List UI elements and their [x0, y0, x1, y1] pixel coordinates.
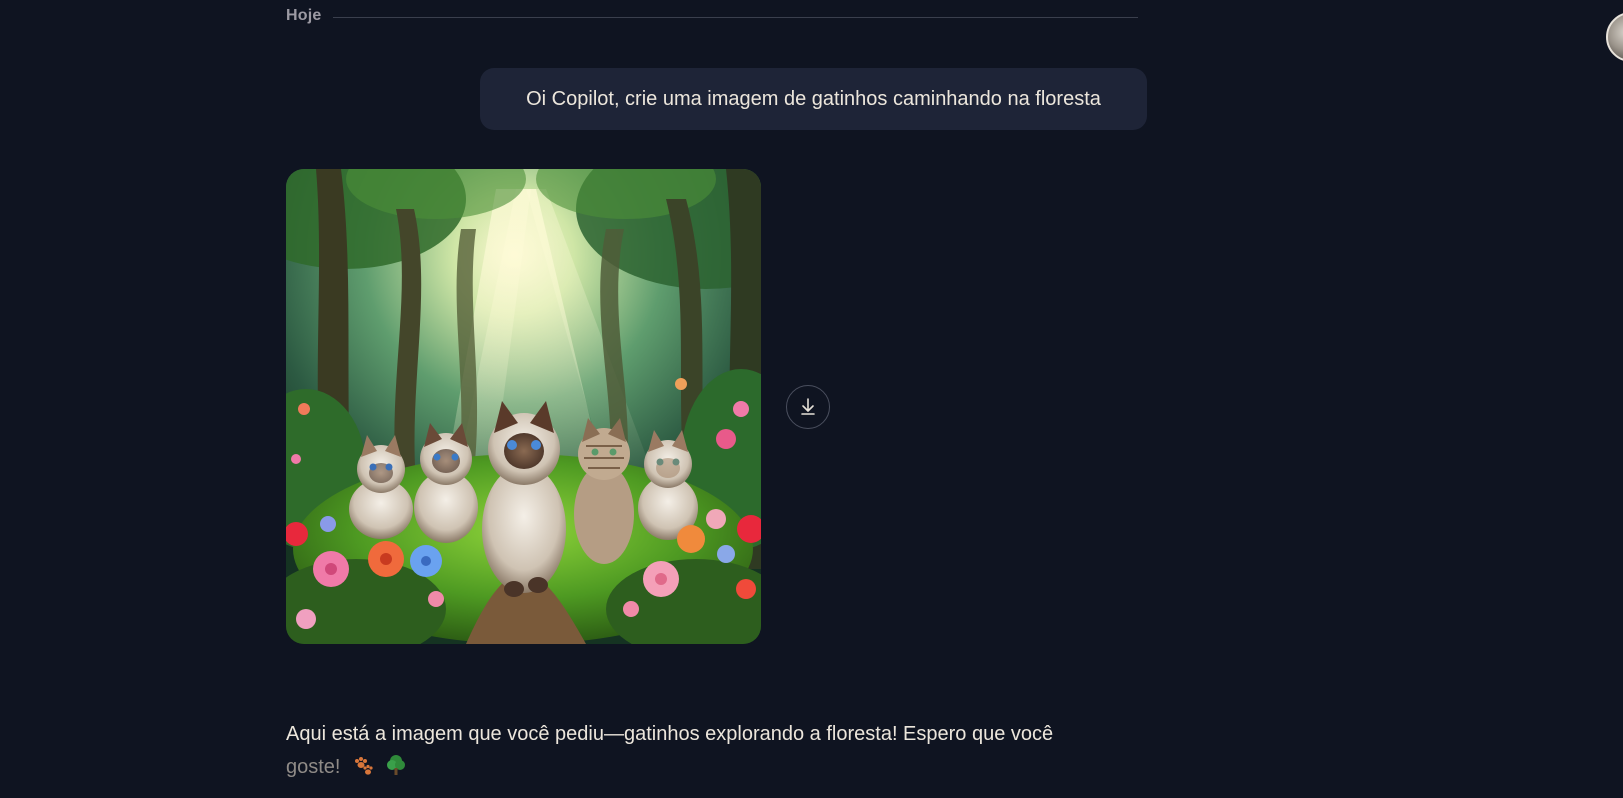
date-divider: Hoje — [286, 4, 1138, 28]
download-button[interactable] — [786, 385, 830, 429]
date-label: Hoje — [286, 7, 322, 24]
download-icon — [801, 398, 815, 415]
assistant-message: Aqui está a imagem que você pediu—gatinh… — [286, 718, 1146, 787]
generated-image[interactable] — [286, 169, 761, 644]
tree-icon — [386, 754, 406, 787]
user-message-bubble: Oi Copilot, crie uma imagem de gatinhos … — [480, 68, 1147, 130]
kittens-forest-illustration — [286, 169, 761, 644]
avatar[interactable] — [1606, 12, 1623, 62]
user-message-text: Oi Copilot, crie uma imagem de gatinhos … — [526, 87, 1101, 110]
assistant-message-line1: Aqui está a imagem que você pediu—gatinh… — [286, 723, 1054, 745]
divider-line — [333, 16, 1138, 18]
paw-prints-icon — [352, 754, 374, 787]
chat-page: Hoje Oi Copilot, crie uma imagem de gati… — [0, 0, 1623, 798]
assistant-message-line2: goste! — [286, 756, 341, 778]
